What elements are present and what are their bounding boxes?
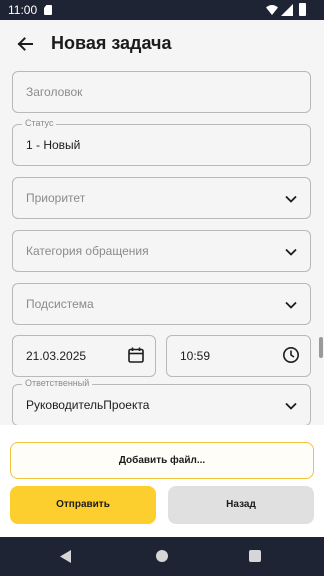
nav-home-icon[interactable]: [156, 550, 168, 562]
title-placeholder: Заголовок: [26, 85, 83, 99]
system-navigation-bar: [0, 537, 324, 576]
priority-select[interactable]: Приоритет: [12, 177, 311, 219]
back-arrow-icon[interactable]: [15, 34, 35, 54]
battery-icon: [299, 3, 306, 16]
task-form[interactable]: Заголовок Статус 1 - Новый Приоритет Кат…: [0, 68, 324, 425]
cellular-signal-icon: [281, 4, 293, 16]
time-field[interactable]: 10:59: [166, 335, 311, 377]
responsible-select[interactable]: Ответственный РуководительПроекта: [12, 378, 311, 425]
back-button[interactable]: Назад: [168, 486, 314, 524]
chevron-down-icon: [285, 248, 297, 256]
status-field[interactable]: Статус 1 - Новый: [12, 118, 311, 166]
subsystem-select[interactable]: Подсистема: [12, 283, 311, 325]
calendar-icon[interactable]: [127, 346, 145, 364]
send-button[interactable]: Отправить: [10, 486, 156, 524]
scrollbar-thumb[interactable]: [319, 337, 323, 358]
date-value: 21.03.2025: [26, 349, 87, 363]
responsible-label: Ответственный: [22, 378, 93, 388]
nav-back-icon[interactable]: [60, 550, 72, 563]
subsystem-placeholder: Подсистема: [26, 297, 94, 311]
add-file-button[interactable]: Добавить файл...: [10, 442, 314, 479]
priority-placeholder: Приоритет: [26, 191, 86, 205]
wifi-icon: [266, 5, 278, 15]
bottom-action-panel: Добавить файл... Отправить Назад: [0, 425, 324, 537]
status-time: 11:00: [8, 3, 38, 17]
title-field[interactable]: Заголовок: [12, 71, 311, 113]
clock-icon[interactable]: [282, 346, 300, 364]
status-label: Статус: [22, 118, 57, 128]
status-value: 1 - Новый: [26, 138, 81, 152]
chevron-down-icon: [285, 402, 297, 410]
responsible-value: РуководительПроекта: [26, 398, 150, 412]
time-value: 10:59: [180, 349, 211, 363]
date-field[interactable]: 21.03.2025: [12, 335, 156, 377]
nav-recents-icon[interactable]: [249, 550, 261, 562]
sim-card-icon: [44, 5, 52, 15]
chevron-down-icon: [285, 301, 297, 309]
app-bar: Новая задача: [0, 20, 324, 68]
chevron-down-icon: [285, 195, 297, 203]
page-title: Новая задача: [51, 33, 172, 53]
category-select[interactable]: Категория обращения: [12, 230, 311, 272]
category-placeholder: Категория обращения: [26, 244, 149, 258]
status-bar: 11:00: [0, 0, 324, 20]
